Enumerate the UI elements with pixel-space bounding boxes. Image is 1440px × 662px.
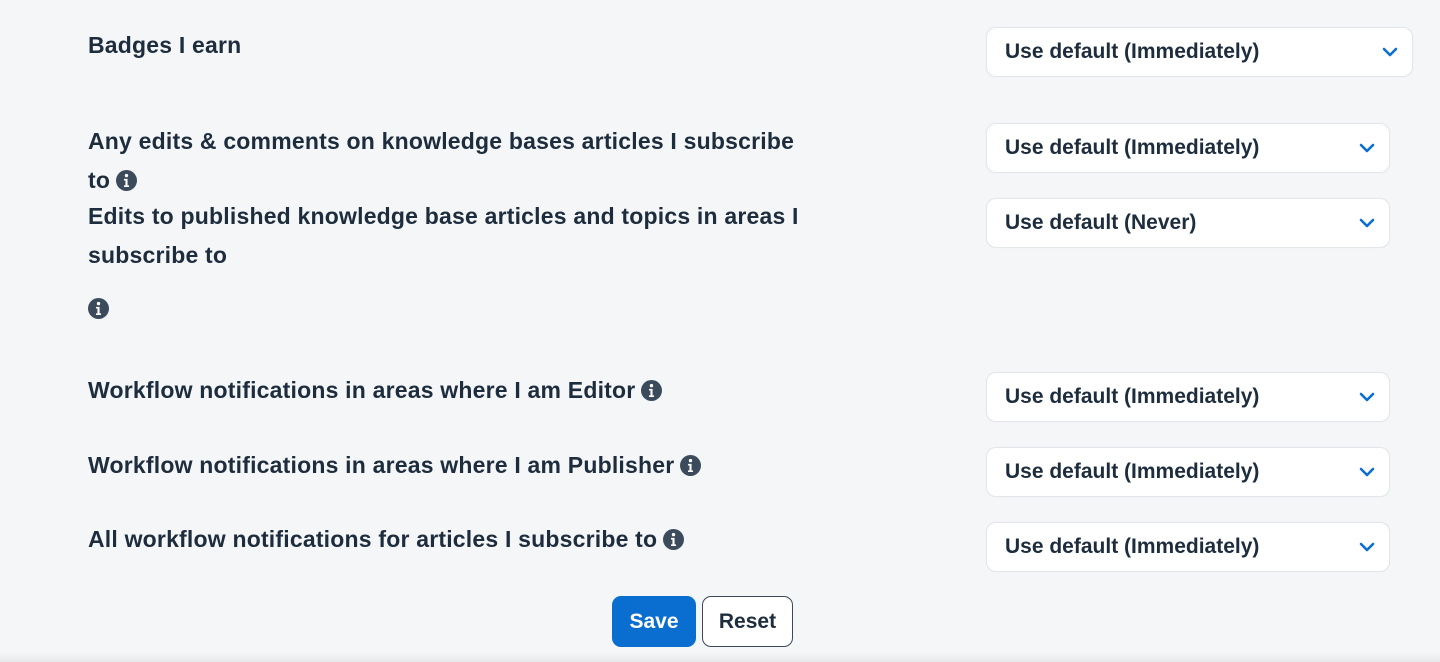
setting-select-workflow-editor[interactable]: Use default (Immediately) [986,372,1390,422]
setting-label-text: Workflow notifications in areas where I … [88,377,636,403]
setting-label-workflow-editor: Workflow notifications in areas where I … [88,371,808,410]
chevron-down-icon [1359,465,1375,479]
chevron-down-icon [1359,216,1375,230]
setting-select-workflow-publisher[interactable]: Use default (Immediately) [986,447,1390,497]
select-value: Use default (Immediately) [1005,535,1260,558]
setting-label-workflow-all: All workflow notifications for articles … [88,520,808,559]
setting-label-published-kb-edits: Edits to published knowledge base articl… [88,197,808,275]
setting-label-text: Edits to published knowledge base articl… [88,203,799,268]
select-value: Use default (Immediately) [1005,385,1260,408]
setting-label-kb-edits-comments: Any edits & comments on knowledge bases … [88,122,808,200]
info-icon[interactable] [116,170,138,191]
setting-label-text: Any edits & comments on knowledge bases … [88,128,795,193]
setting-select-kb-edits-comments[interactable]: Use default (Immediately) [986,123,1390,173]
select-value: Use default (Never) [1005,211,1197,234]
select-value: Use default (Immediately) [1005,40,1260,63]
setting-select-published-kb-edits[interactable]: Use default (Never) [986,198,1390,248]
bottom-divider-shadow [0,652,1440,662]
info-icon[interactable] [641,380,663,401]
chevron-down-icon [1359,390,1375,404]
save-button[interactable]: Save [612,596,696,647]
chevron-down-icon [1359,540,1375,554]
info-icon[interactable] [88,298,109,319]
select-value: Use default (Immediately) [1005,136,1260,159]
select-value: Use default (Immediately) [1005,460,1260,483]
info-icon[interactable] [663,529,685,550]
reset-button[interactable]: Reset [702,596,793,647]
setting-label-text: All workflow notifications for articles … [88,526,658,552]
info-icon[interactable] [680,455,702,476]
chevron-down-icon [1359,141,1375,155]
setting-label-badges: Badges I earn [88,26,808,65]
setting-select-workflow-all[interactable]: Use default (Immediately) [986,522,1390,572]
setting-select-badges[interactable]: Use default (Immediately) [986,27,1413,77]
notification-settings-page: Badges I earn Use default (Immediately) … [0,0,1440,662]
chevron-down-icon [1382,45,1398,59]
setting-label-text: Workflow notifications in areas where I … [88,452,675,478]
setting-label-workflow-publisher: Workflow notifications in areas where I … [88,446,808,485]
setting-label-text: Badges I earn [88,32,242,58]
